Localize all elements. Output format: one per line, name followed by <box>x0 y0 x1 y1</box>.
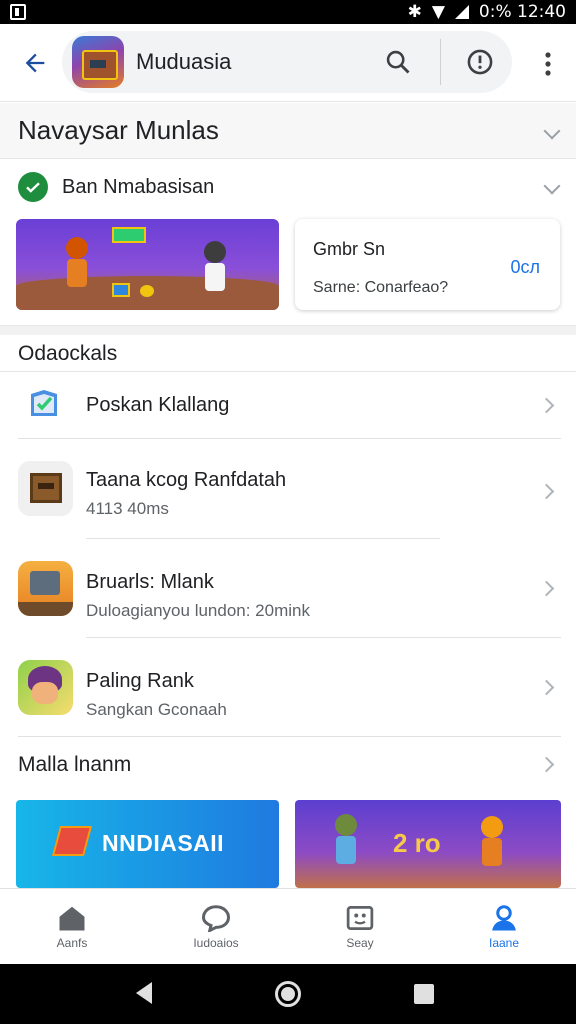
banner-card[interactable]: NNDIASAII <box>16 800 279 888</box>
list-item-title: Paling Rank <box>86 670 194 692</box>
app-thumbnail-icon <box>18 561 73 616</box>
section-title: Malla lnanm <box>18 753 132 776</box>
game-logo-icon <box>51 826 93 856</box>
chevron-right-icon <box>538 756 555 773</box>
list-item[interactable]: Bruarls: Mlank Duloagianyou lundon: 20mi… <box>0 539 576 637</box>
app-icon <box>72 36 124 88</box>
character-figure <box>66 237 88 287</box>
signal-icon <box>454 5 469 19</box>
profile-icon <box>492 904 516 930</box>
section-title: Odaockals <box>18 342 118 365</box>
more-vert-icon <box>545 52 551 76</box>
app-bar: Muduasia <box>0 24 576 102</box>
character-figure <box>481 816 503 866</box>
system-home-icon[interactable] <box>275 981 301 1007</box>
system-navigation-bar <box>0 964 576 1024</box>
section-link[interactable]: Malla lnanm <box>0 737 576 795</box>
games-icon <box>346 905 374 930</box>
status-bar: ✱ ▼ 0:% 12:40 <box>0 0 576 24</box>
promo-sign <box>112 227 146 243</box>
promo-image[interactable] <box>16 219 279 310</box>
nav-label: Iaane <box>488 935 520 950</box>
coin <box>140 285 154 297</box>
search-icon <box>386 50 410 74</box>
chevron-right-icon <box>538 483 555 500</box>
more-options-button[interactable] <box>530 44 566 84</box>
promo-card-subtitle: Sarne: Conarfeao? <box>313 279 449 296</box>
ban-row[interactable]: Ban Nmabasisan <box>0 160 576 214</box>
nav-label: Iudoaios <box>193 935 239 950</box>
nav-label: Seay <box>346 935 374 950</box>
status-time: 0:% 12:40 <box>478 2 566 22</box>
divider <box>440 39 441 85</box>
promo-card[interactable]: Gmbr Sn Sarne: Conarfeao? 0сл <box>295 219 560 310</box>
list-item[interactable]: Poskan Klallang <box>0 372 576 438</box>
list-item-title: Taana kcog Ranfdatah <box>86 469 287 491</box>
nav-chat[interactable]: Iudoaios <box>144 889 288 964</box>
bottom-navigation: Aanfs Iudoaios Seay Iaane <box>0 888 576 964</box>
promo-card-count: 0сл <box>510 257 540 277</box>
app-title: Muduasia <box>136 49 232 74</box>
nav-label: Aanfs <box>56 935 88 950</box>
treasure-chest <box>112 283 130 297</box>
ban-row-label: Ban Nmabasisan <box>62 175 215 198</box>
chevron-down-icon <box>543 177 561 195</box>
banner-card[interactable]: 2 ro <box>295 800 561 888</box>
notification-icon <box>10 4 26 20</box>
character-figure <box>335 814 357 864</box>
home-icon <box>59 906 85 930</box>
system-recents-icon[interactable] <box>414 984 434 1004</box>
check-icon <box>18 172 48 202</box>
promo-card-title: Gmbr Sn <box>313 239 386 259</box>
chevron-down-icon <box>543 122 561 139</box>
nav-home[interactable]: Aanfs <box>0 889 144 964</box>
wifi-icon: ▼ <box>431 2 445 22</box>
list-item-title: Bruarls: Mlank <box>86 571 214 593</box>
nav-profile[interactable]: Iaane <box>432 889 576 964</box>
bluetooth-icon: ✱ <box>407 2 422 22</box>
section-header-title: Navaysar Munlas <box>18 115 219 145</box>
section-divider <box>0 325 576 335</box>
character-figure <box>204 241 226 291</box>
list-item[interactable]: Taana kcog Ranfdatah 4113 40ms <box>0 439 576 538</box>
chat-icon <box>201 904 231 932</box>
list-item-subtitle: Duloagianyou lundon: 20mink <box>86 601 310 620</box>
info-button[interactable] <box>462 44 498 80</box>
banner-text: NNDIASAII <box>102 830 225 856</box>
search-button[interactable] <box>380 44 416 80</box>
chevron-right-icon <box>538 397 555 414</box>
chevron-right-icon <box>538 580 555 597</box>
shield-check-icon <box>28 388 60 420</box>
nav-games[interactable]: Seay <box>288 889 432 964</box>
app-thumbnail-icon <box>18 660 73 715</box>
info-icon <box>467 49 493 75</box>
chevron-right-icon <box>538 679 555 696</box>
app-thumbnail-icon <box>18 461 73 516</box>
list-item-subtitle: Sangkan Gconaah <box>86 700 227 719</box>
banner-text: 2 ro <box>393 828 441 858</box>
list-item-subtitle: 4113 40ms <box>86 499 169 518</box>
back-button[interactable] <box>0 24 70 102</box>
system-back-icon[interactable] <box>136 982 152 1004</box>
arrow-back-icon <box>25 53 45 72</box>
list-item-title: Poskan Klallang <box>86 394 230 416</box>
app-search-pill[interactable]: Muduasia <box>62 31 512 93</box>
list-item[interactable]: Paling Rank Sangkan Gconaah <box>0 638 576 736</box>
section-header[interactable]: Navaysar Munlas <box>0 103 576 159</box>
